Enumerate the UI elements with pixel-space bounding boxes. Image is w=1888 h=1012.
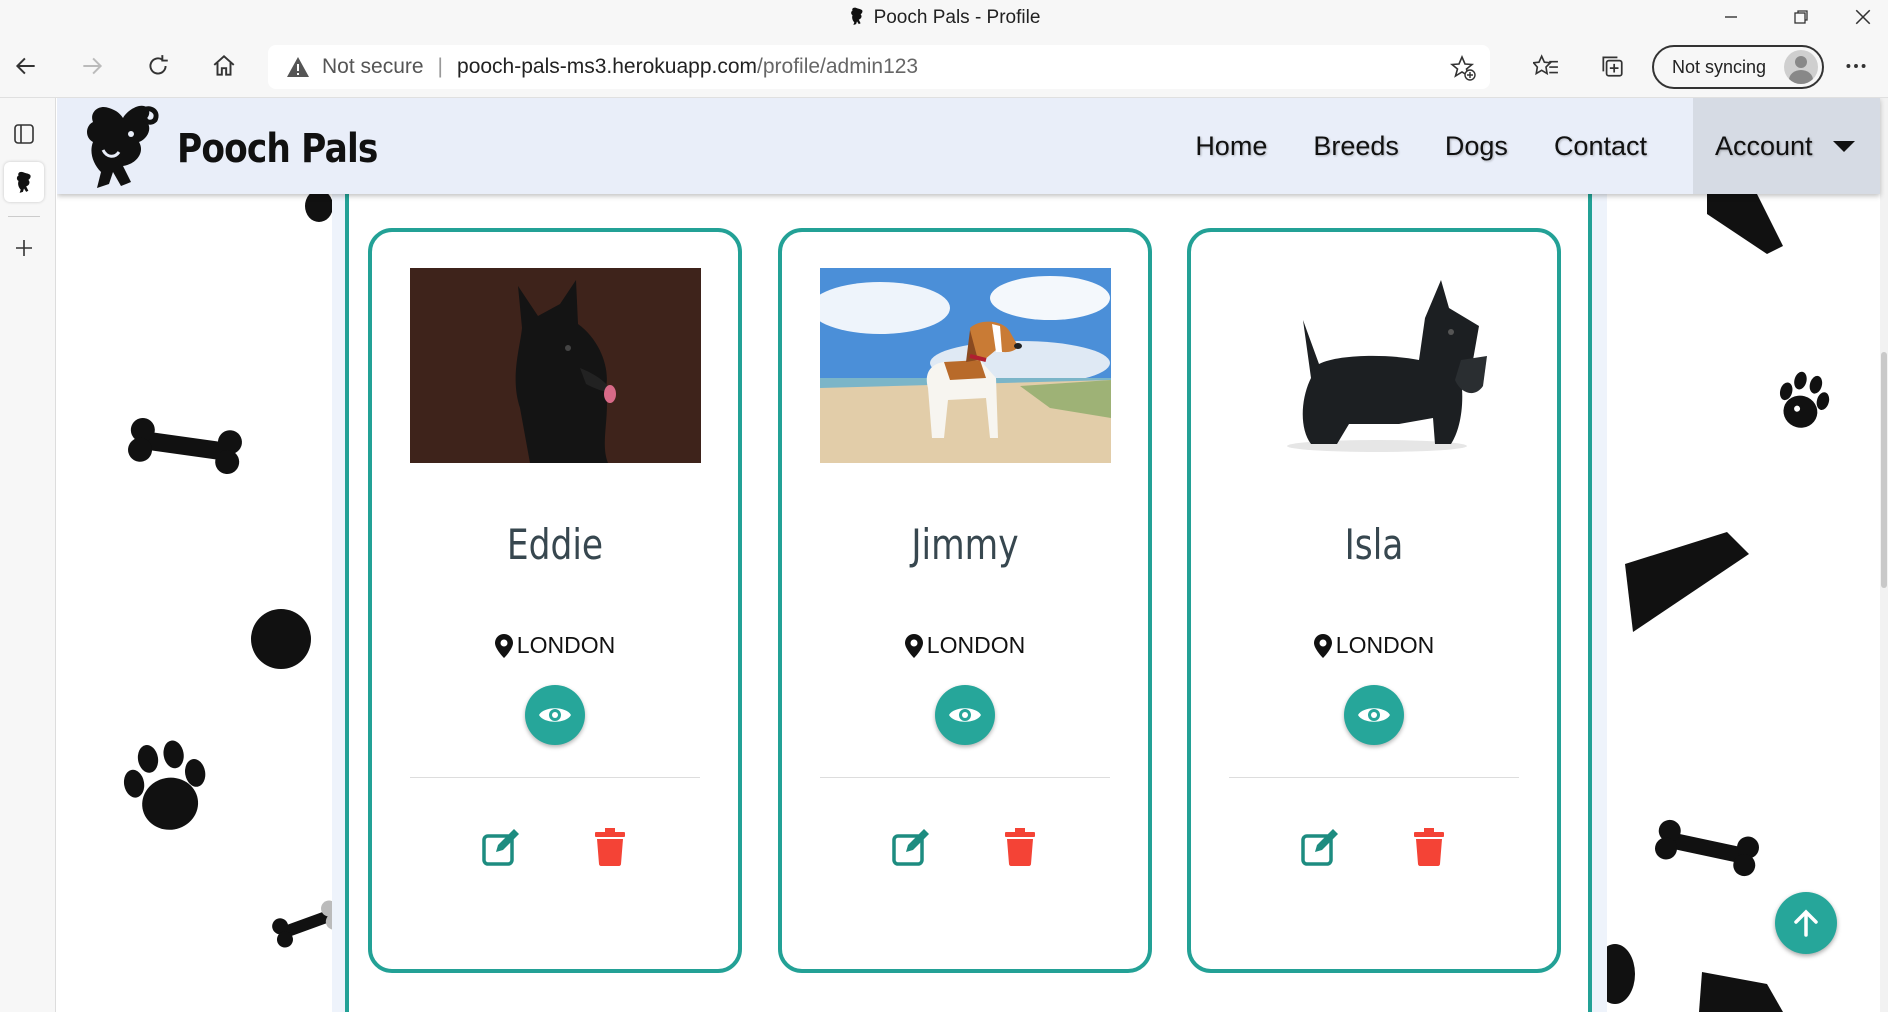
dog-photo[interactable]	[410, 268, 701, 463]
avatar	[1784, 50, 1818, 84]
warning-icon[interactable]	[286, 56, 310, 78]
dog-location: LONDON	[1191, 632, 1557, 659]
favorites-icon[interactable]	[1526, 46, 1566, 86]
nav-account-dropdown[interactable]: Account	[1693, 98, 1880, 194]
collections-icon[interactable]	[1592, 46, 1632, 86]
trash-icon[interactable]	[1004, 828, 1036, 866]
dog-photo[interactable]	[820, 268, 1111, 463]
forward-icon[interactable]	[72, 46, 112, 86]
security-label[interactable]: Not secure	[322, 55, 424, 79]
vertical-tab-strip	[0, 98, 56, 1012]
eye-icon	[1358, 708, 1390, 722]
left-background-pattern	[123, 194, 332, 948]
address-separator: |	[437, 55, 444, 78]
map-marker-icon	[494, 633, 513, 658]
back-icon[interactable]	[6, 46, 46, 86]
map-marker-icon	[1313, 633, 1332, 658]
nav-account-label: Account	[1715, 130, 1813, 161]
dog-name: Isla	[1344, 520, 1404, 569]
tab-pooch-pals[interactable]	[4, 162, 44, 202]
view-dog-button[interactable]	[1344, 685, 1404, 745]
card-divider	[1229, 777, 1519, 778]
back-to-top-button[interactable]	[1775, 892, 1837, 954]
tab-divider	[8, 216, 40, 217]
view-dog-button[interactable]	[525, 685, 585, 745]
scrollbar-thumb[interactable]	[1881, 352, 1887, 588]
nav-breeds[interactable]: Breeds	[1313, 131, 1399, 162]
edit-icon[interactable]	[892, 828, 930, 866]
dog-card: Jimmy LONDON	[778, 228, 1152, 973]
brand-name[interactable]: Pooch Pals	[177, 126, 378, 172]
right-background-pattern	[1607, 194, 1830, 1012]
dog-location: LONDON	[372, 632, 738, 659]
dog-location-text: LONDON	[516, 632, 616, 658]
caret-down-icon	[1832, 140, 1855, 152]
dog-logo-icon	[87, 105, 159, 188]
view-dog-button[interactable]	[935, 685, 995, 745]
paw-print-icon	[1779, 371, 1830, 428]
bone-icon	[272, 900, 332, 948]
dog-card: Isla LONDON	[1187, 228, 1561, 973]
restore-icon[interactable]	[1768, 0, 1834, 34]
sync-profile-button[interactable]: Not syncing	[1652, 45, 1824, 89]
dog-name: Jimmy	[911, 520, 1019, 569]
card-divider	[820, 777, 1110, 778]
nav-home[interactable]: Home	[1195, 131, 1267, 162]
profile-content: Eddie LONDON Jimmy LONDON Isla LONDON	[332, 194, 1607, 1012]
window-title: Pooch Pals - Profile	[0, 6, 1888, 29]
url-path[interactable]: /profile/admin123	[757, 55, 918, 79]
bone-icon	[128, 417, 242, 475]
nav-dogs[interactable]: Dogs	[1445, 131, 1508, 162]
page-scrollbar[interactable]	[1880, 98, 1888, 1012]
eye-icon	[539, 708, 571, 722]
dogs-panel: Eddie LONDON Jimmy LONDON Isla LONDON	[345, 194, 1592, 1012]
close-icon[interactable]	[1838, 0, 1888, 34]
dog-location-text: LONDON	[1335, 632, 1435, 658]
sync-label: Not syncing	[1672, 56, 1767, 77]
arrow-up-icon	[1794, 909, 1818, 937]
tab-actions-icon[interactable]	[4, 114, 44, 154]
dog-card: Eddie LONDON	[368, 228, 742, 973]
map-marker-icon	[904, 633, 923, 658]
refresh-icon[interactable]	[138, 46, 178, 86]
more-options-icon[interactable]	[1836, 46, 1876, 86]
dog-location-text: LONDON	[926, 632, 1026, 658]
trash-icon[interactable]	[594, 828, 626, 866]
address-bar[interactable]: Not secure | pooch-pals-ms3.herokuapp.co…	[268, 45, 1490, 89]
paw-print-icon	[123, 740, 206, 830]
card-divider	[410, 777, 700, 778]
trash-icon[interactable]	[1413, 828, 1445, 866]
web-page: Pooch Pals Home Breeds Dogs Contact Acco…	[57, 98, 1888, 1012]
nav-contact[interactable]: Contact	[1554, 131, 1647, 162]
add-favorite-icon[interactable]	[1450, 55, 1476, 81]
edit-icon[interactable]	[482, 828, 520, 866]
browser-toolbar: Not secure | pooch-pals-ms3.herokuapp.co…	[0, 34, 1888, 98]
eye-icon	[949, 708, 981, 722]
site-navbar: Pooch Pals Home Breeds Dogs Contact Acco…	[57, 98, 1880, 194]
window-titlebar: Pooch Pals - Profile	[0, 0, 1888, 34]
new-tab-icon[interactable]	[4, 228, 44, 268]
home-icon[interactable]	[204, 46, 244, 86]
url-host[interactable]: pooch-pals-ms3.herokuapp.com	[457, 55, 757, 79]
pooch-pals-favicon	[850, 7, 863, 25]
brand-logo-link[interactable]: Pooch Pals	[79, 102, 410, 190]
edit-icon[interactable]	[1301, 828, 1339, 866]
dog-location: LONDON	[782, 632, 1148, 659]
pooch-pals-tab-icon	[16, 171, 31, 193]
dog-photo[interactable]	[1229, 268, 1520, 463]
bone-icon	[1655, 819, 1759, 877]
minimize-icon[interactable]	[1698, 0, 1764, 34]
dog-name: Eddie	[506, 520, 604, 569]
nav-links: Home Breeds Dogs Contact Account	[1195, 98, 1880, 194]
